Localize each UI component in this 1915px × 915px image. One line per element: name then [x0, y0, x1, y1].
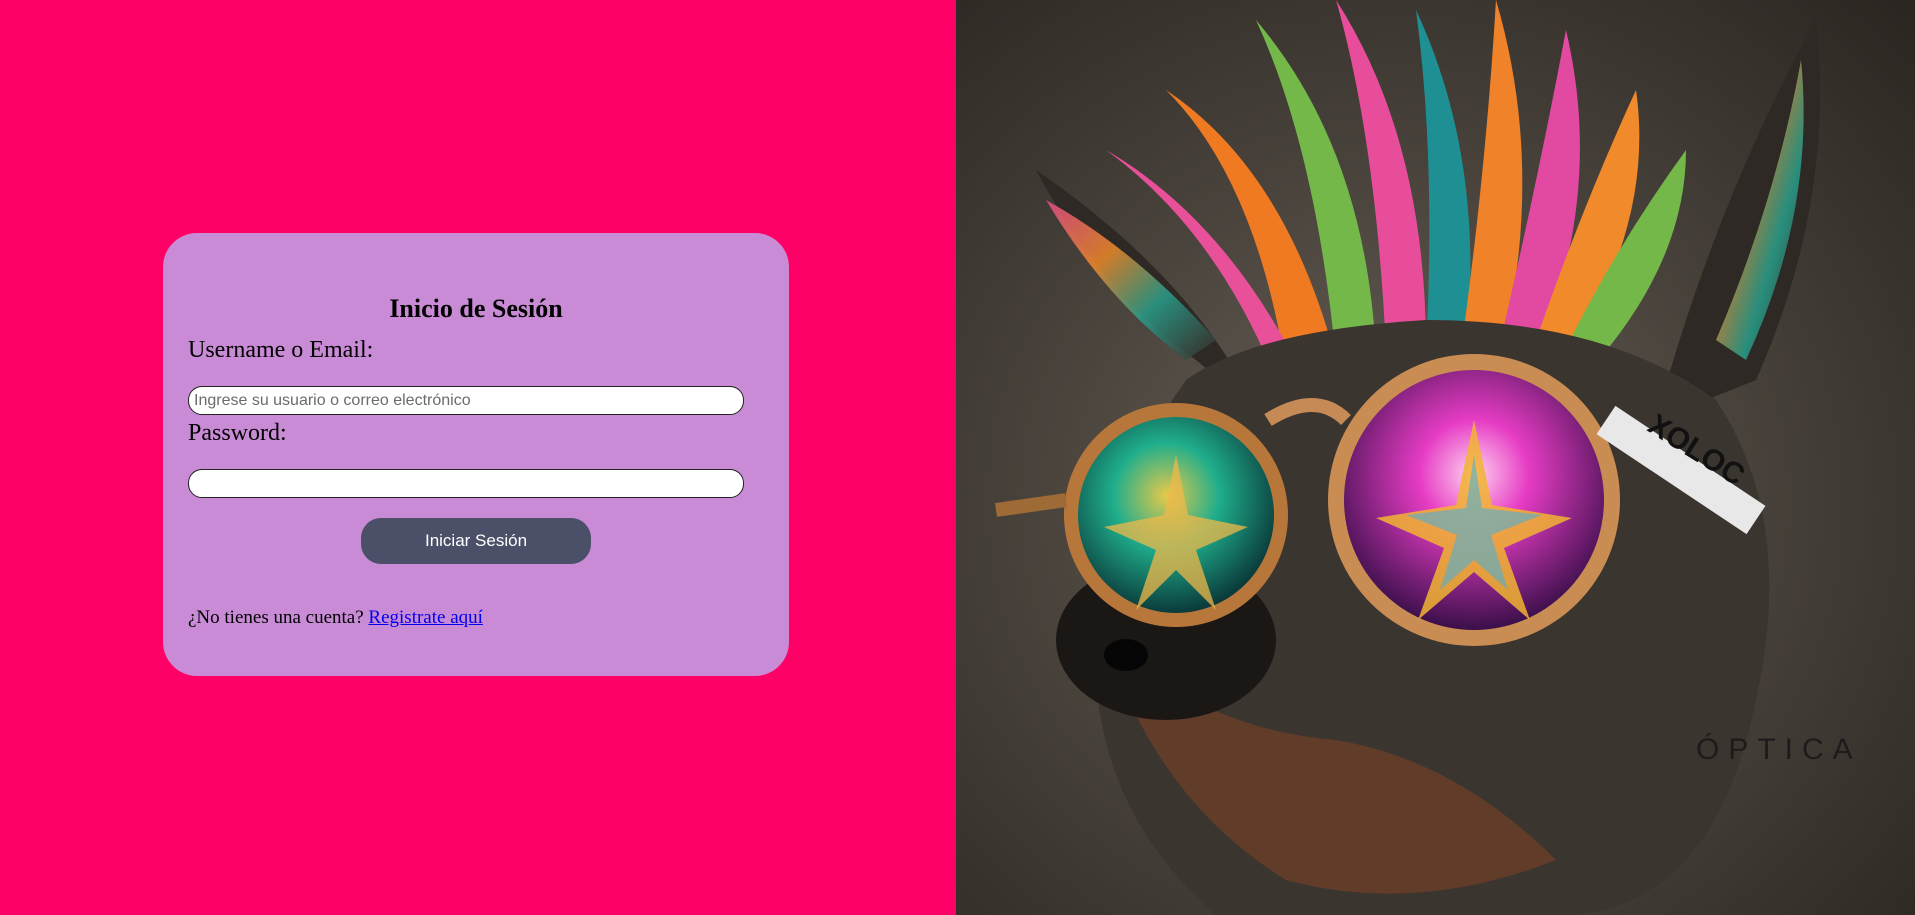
hero-image: XOLOC ÓPTICA	[956, 0, 1915, 915]
login-title: Inicio de Sesión	[389, 294, 563, 323]
xolo-dog-illustration: XOLOC	[995, 0, 1820, 915]
username-input[interactable]	[188, 386, 744, 415]
register-prompt-line: ¿No tienes una cuenta? Registrate aquí	[188, 607, 483, 629]
login-page: Inicio de Sesión Username o Email: Passw…	[0, 0, 1915, 915]
login-button[interactable]: Iniciar Sesión	[361, 518, 591, 564]
login-card: Inicio de Sesión Username o Email: Passw…	[163, 233, 789, 676]
password-input[interactable]	[188, 469, 744, 498]
register-link[interactable]: Registrate aquí	[368, 607, 483, 628]
login-pane: Inicio de Sesión Username o Email: Passw…	[0, 0, 956, 915]
password-label: Password:	[188, 420, 287, 446]
brand-text: ÓPTICA	[1696, 733, 1862, 766]
username-label: Username o Email:	[188, 337, 374, 363]
register-prompt-text: ¿No tienes una cuenta?	[188, 607, 364, 628]
